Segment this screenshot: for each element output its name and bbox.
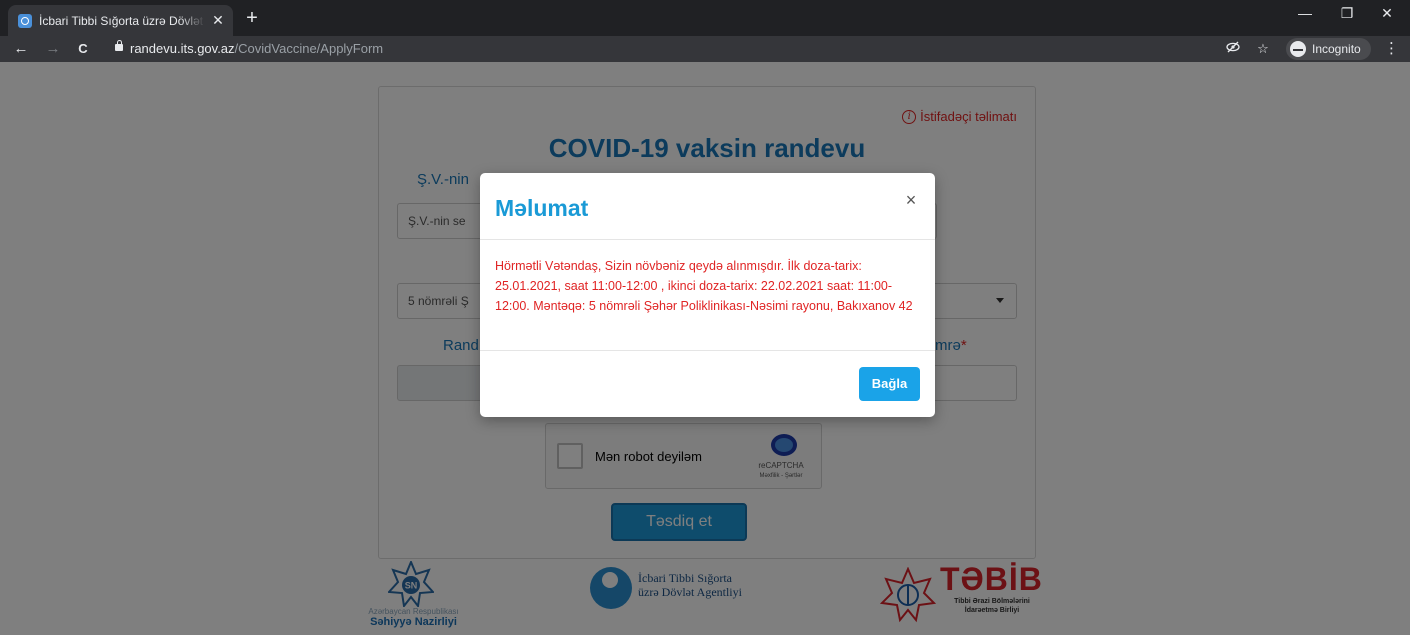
forward-button[interactable]: → [42, 39, 64, 59]
kebab-menu-icon[interactable]: ⋮ [1384, 39, 1399, 57]
modal-body: Hörmətli Vətəndaş, Sizin növbəniz qeydə … [480, 240, 935, 351]
close-button[interactable]: Bağla [859, 367, 920, 401]
browser-tab-bar: İcbari Tibbi Sığorta üzrə Dövlət Agentli… [0, 0, 1410, 36]
close-icon[interactable]: × [902, 190, 920, 210]
url-host: randevu.its.gov.az [130, 41, 235, 56]
info-modal: Məlumat × Hörmətli Vətəndaş, Sizin növbə… [480, 173, 935, 417]
browser-tab[interactable]: İcbari Tibbi Sığorta üzrə Dövlət Agentli… [8, 5, 233, 36]
modal-title: Məlumat [495, 195, 589, 221]
modal-header: Məlumat × [480, 173, 935, 240]
browser-toolbar: ← → C randevu.its.gov.az/CovidVaccine/Ap… [0, 36, 1410, 62]
url-path: /CovidVaccine/ApplyForm [234, 41, 384, 56]
new-tab-button[interactable]: + [240, 7, 264, 29]
url-text[interactable]: randevu.its.gov.az/CovidVaccine/ApplyFor… [130, 41, 383, 56]
lock-icon[interactable] [115, 40, 123, 51]
back-button[interactable]: ← [10, 39, 32, 59]
incognito-badge[interactable]: Incognito [1286, 38, 1371, 60]
eye-off-icon[interactable] [1224, 40, 1242, 58]
tab-title: İcbari Tibbi Sığorta üzrə Dövlət Agentli… [39, 13, 205, 28]
incognito-icon [1290, 41, 1306, 57]
close-window-button[interactable]: ✕ [1366, 0, 1408, 28]
restore-window-button[interactable]: ❐ [1326, 0, 1368, 28]
tab-close-icon[interactable]: ✕ [211, 12, 225, 29]
appointment-confirmation-message: Hörmətli Vətəndaş, Sizin növbəniz qeydə … [495, 259, 913, 313]
reload-button[interactable]: C [72, 39, 94, 59]
address-bar[interactable]: randevu.its.gov.az/CovidVaccine/ApplyFor… [108, 37, 1399, 61]
incognito-label: Incognito [1312, 42, 1361, 56]
star-icon[interactable]: ☆ [1254, 40, 1272, 58]
minimize-window-button[interactable]: — [1284, 0, 1326, 28]
site-favicon-icon [18, 13, 32, 28]
